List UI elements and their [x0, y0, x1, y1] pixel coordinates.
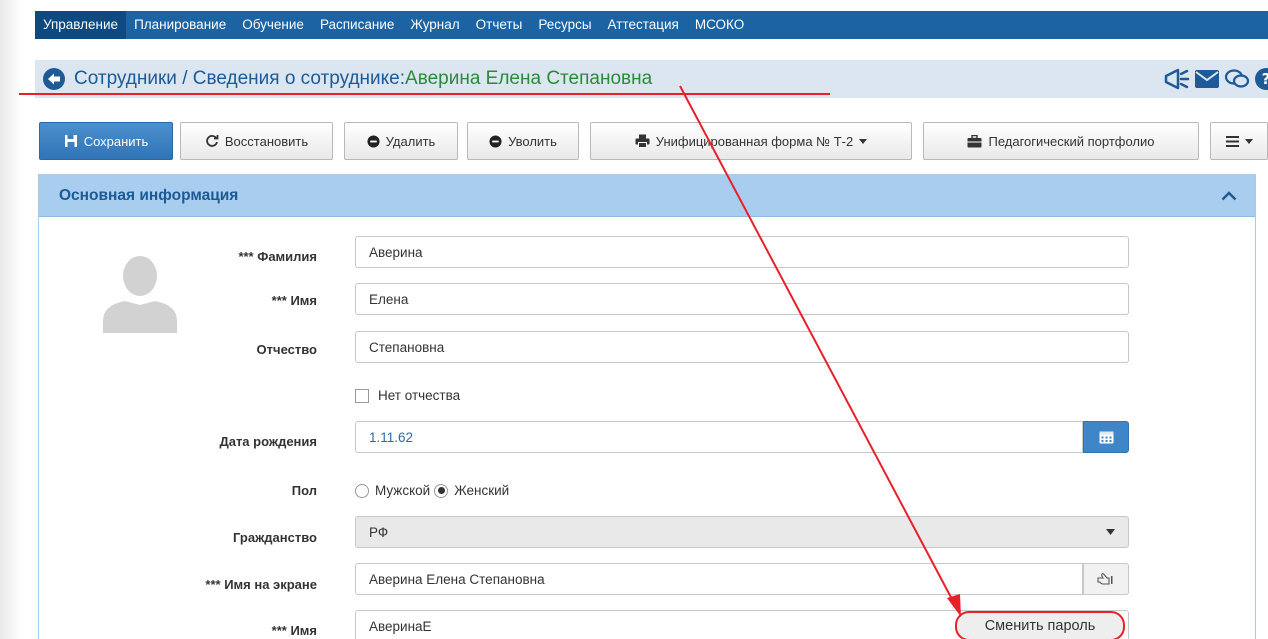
- help-icon[interactable]: ?: [1254, 67, 1268, 91]
- delete-label: Удалить: [385, 133, 436, 149]
- unified-form-label: Унифицированная форма № Т-2: [655, 133, 854, 149]
- nav-item-planning[interactable]: Планирование: [126, 11, 234, 39]
- more-menu-button[interactable]: [1210, 122, 1268, 160]
- nav-item-reports[interactable]: Отчеты: [468, 11, 531, 39]
- screen-name-label: *** Имя на экране: [205, 577, 317, 592]
- first-name-value: Елена: [369, 291, 409, 307]
- login-value: АверинаЕ: [369, 618, 432, 634]
- chat-icon[interactable]: [1224, 68, 1250, 90]
- portfolio-label: Педагогический портфолио: [988, 133, 1155, 149]
- nav-item-schedule[interactable]: Расписание: [312, 11, 402, 39]
- first-name-field[interactable]: Елена: [355, 283, 1129, 315]
- gender-female-radio[interactable]: [434, 483, 449, 498]
- pointer-hand-icon: [1097, 573, 1113, 585]
- minus-circle-icon: [367, 134, 380, 148]
- citizenship-value: РФ: [369, 524, 389, 540]
- gender-male-radio[interactable]: [355, 483, 369, 498]
- gender-radio-group: Мужской Женский: [355, 483, 513, 498]
- minus-circle-icon: [489, 134, 502, 148]
- dismiss-button[interactable]: Уволить: [467, 122, 579, 160]
- screen-name-value: Аверина Елена Степановна: [369, 571, 545, 587]
- panel-header[interactable]: Основная информация: [39, 175, 1255, 217]
- nav-item-journal[interactable]: Журнал: [402, 11, 467, 39]
- save-button[interactable]: Сохранить: [39, 122, 173, 160]
- header-icons: ?: [1164, 60, 1268, 98]
- no-patronymic-checkbox[interactable]: [355, 388, 369, 403]
- change-password-button[interactable]: Сменить пароль: [955, 611, 1125, 639]
- pedagogical-portfolio-button[interactable]: Педагогический портфолио: [923, 122, 1199, 160]
- last-name-field[interactable]: Аверина: [355, 236, 1129, 268]
- briefcase-icon: [967, 134, 982, 147]
- save-label: Сохранить: [83, 133, 149, 149]
- nav-item-education[interactable]: Обучение: [234, 11, 312, 39]
- caret-down-icon: [1244, 138, 1253, 144]
- delete-button[interactable]: Удалить: [344, 122, 458, 160]
- gender-female-label: Женский: [454, 483, 510, 498]
- citizenship-label: Гражданство: [233, 530, 317, 545]
- login-label: *** Имя: [271, 623, 317, 638]
- screen-name-field[interactable]: Аверина Елена Степановна: [355, 563, 1083, 595]
- gender-male-label: Мужской: [375, 483, 431, 498]
- top-navigation: Управление Планирование Обучение Расписа…: [35, 11, 1268, 39]
- hamburger-menu-icon: [1225, 135, 1239, 147]
- caret-down-icon: [859, 138, 868, 144]
- employee-name-title: Аверина Елена Степановна: [405, 68, 653, 89]
- mail-icon[interactable]: [1194, 69, 1220, 89]
- birth-date-value: 1.11.62: [369, 429, 414, 445]
- no-patronymic-label: Нет отчества: [378, 388, 461, 403]
- back-arrow-icon[interactable]: [42, 67, 66, 91]
- unified-form-dropdown-button[interactable]: Унифицированная форма № Т-2: [590, 122, 912, 160]
- nav-item-attestation[interactable]: Аттестация: [600, 11, 687, 39]
- citizenship-select[interactable]: РФ: [355, 516, 1129, 548]
- gender-label: Пол: [291, 483, 317, 498]
- breadcrumb: Сотрудники / Сведения о сотруднике:: [74, 68, 406, 89]
- fill-screen-name-button[interactable]: [1083, 563, 1129, 595]
- dismiss-label: Уволить: [508, 133, 557, 149]
- first-name-label: *** Имя: [271, 293, 317, 308]
- toolbar: Сохранить Восстановить Удалить Уволить У…: [39, 122, 1268, 160]
- patronymic-field[interactable]: Степановна: [355, 331, 1129, 363]
- caret-down-icon: [1106, 529, 1115, 535]
- birth-date-field[interactable]: 1.11.62: [355, 421, 1083, 453]
- panel-title: Основная информация: [59, 186, 239, 204]
- last-name-label: *** Фамилия: [238, 249, 317, 264]
- restore-button[interactable]: Восстановить: [180, 122, 333, 160]
- patronymic-label: Отчество: [256, 342, 317, 357]
- annotation-underline: [19, 93, 830, 95]
- last-name-value: Аверина: [369, 244, 423, 260]
- chevron-up-icon[interactable]: [1221, 190, 1237, 201]
- restore-label: Восстановить: [224, 133, 309, 149]
- main-info-panel: Основная информация *** Фамилия Аверина …: [38, 174, 1256, 639]
- left-edge-shadow: [0, 0, 22, 639]
- avatar-placeholder-icon: [103, 256, 177, 333]
- nav-item-management[interactable]: Управление: [35, 11, 127, 39]
- svg-text:?: ?: [1262, 70, 1268, 88]
- calendar-icon: [1099, 431, 1113, 444]
- announcement-icon[interactable]: [1164, 68, 1190, 90]
- print-icon: [635, 134, 650, 148]
- save-icon: [64, 135, 77, 147]
- patronymic-value: Степановна: [369, 339, 445, 355]
- nav-item-msoko[interactable]: МСОКО: [687, 11, 752, 39]
- birth-date-label: Дата рождения: [219, 434, 317, 449]
- refresh-icon: [206, 135, 219, 147]
- calendar-button[interactable]: [1083, 421, 1129, 453]
- no-patronymic-row: Нет отчества: [355, 388, 460, 403]
- nav-item-resources[interactable]: Ресурсы: [530, 11, 599, 39]
